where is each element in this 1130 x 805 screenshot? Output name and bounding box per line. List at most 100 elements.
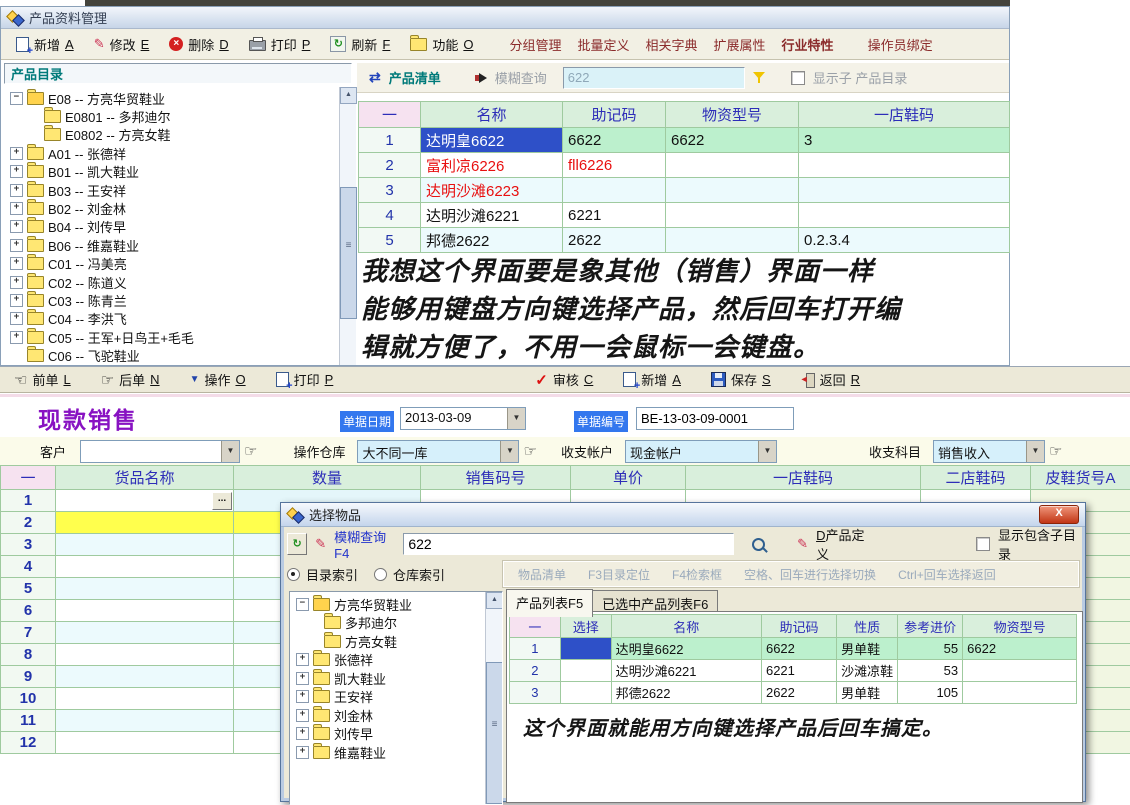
expand-icon[interactable]: +: [296, 653, 309, 666]
warehouse-select[interactable]: 大不同一库▼: [357, 440, 519, 463]
tree-item[interactable]: +B02 -- 刘金林: [4, 199, 340, 217]
expand-icon[interactable]: +: [10, 184, 23, 197]
tree-item[interactable]: +C01 -- 冯美亮: [4, 255, 340, 273]
tree-item[interactable]: +C05 -- 王军+日鸟王+毛毛: [4, 328, 340, 346]
close-button[interactable]: X: [1039, 505, 1079, 524]
add-button[interactable]: 新增A: [9, 33, 81, 56]
tab-product-list[interactable]: 产品列表F5: [506, 589, 593, 617]
tree-item[interactable]: +C02 -- 陈道义: [4, 273, 340, 291]
product-row[interactable]: 1 达明皇6622 6622 6622 3: [359, 128, 1010, 153]
expand-icon[interactable]: +: [296, 727, 309, 740]
selected-cell[interactable]: [560, 638, 611, 660]
doc-number-input[interactable]: [636, 407, 794, 430]
hand-pointer-icon[interactable]: ☞: [1049, 442, 1062, 460]
expand-icon[interactable]: +: [10, 220, 23, 233]
tree-item[interactable]: C06 -- 飞驼鞋业: [4, 346, 340, 364]
lookup-button[interactable]: ...: [212, 492, 232, 510]
expand-icon[interactable]: +: [296, 746, 309, 759]
edit-button[interactable]: ✎修改E: [87, 33, 157, 56]
tree-item[interactable]: 方亮女鞋: [290, 632, 502, 651]
product-row[interactable]: 5 邦德2622 2622 0.2.3.4: [359, 228, 1010, 253]
account-select[interactable]: 现金帐户▼: [625, 440, 777, 463]
filter-icon[interactable]: [753, 71, 765, 84]
print-button[interactable]: 打印P: [270, 368, 340, 391]
dropdown-icon[interactable]: ▼: [500, 441, 518, 462]
tree-item[interactable]: +B04 -- 刘传早: [4, 218, 340, 236]
collapse-icon[interactable]: −: [10, 92, 23, 105]
product-row[interactable]: 3 达明沙滩6223: [359, 178, 1010, 203]
operate-button[interactable]: ▼操作O: [184, 368, 252, 391]
tree-item[interactable]: +张德祥: [290, 651, 502, 670]
next-doc-button[interactable]: ☞后单N: [95, 368, 166, 391]
save-button[interactable]: 保存S: [705, 368, 777, 391]
expand-icon[interactable]: +: [10, 312, 23, 325]
menu-operator-bind[interactable]: 操作员绑定: [863, 35, 938, 54]
function-button[interactable]: 功能O: [403, 33, 480, 56]
print-button[interactable]: 打印P: [242, 33, 318, 56]
expand-icon[interactable]: +: [10, 331, 23, 344]
refresh-button[interactable]: ↻: [287, 533, 307, 555]
expand-icon[interactable]: +: [10, 276, 23, 289]
scroll-thumb[interactable]: ≡: [340, 187, 357, 319]
tree-item[interactable]: E0802 -- 方亮女鞋: [4, 126, 340, 144]
audit-button[interactable]: ✓审核C: [529, 368, 599, 391]
expand-icon[interactable]: +: [10, 294, 23, 307]
product-row[interactable]: 2 富利凉6226 fll6226: [359, 153, 1010, 178]
tree-item[interactable]: 多邦迪尔: [290, 614, 502, 633]
show-sub-checkbox[interactable]: [791, 71, 805, 85]
product-row[interactable]: 4 达明沙滩6221 6221: [359, 203, 1010, 228]
expand-icon[interactable]: +: [10, 165, 23, 178]
prev-doc-button[interactable]: ☜前单L: [8, 368, 77, 391]
item-name-cell[interactable]: ...: [56, 490, 234, 512]
dropdown-icon[interactable]: ▼: [758, 441, 776, 462]
hand-pointer-icon[interactable]: ☞: [244, 442, 257, 460]
dialog-product-row[interactable]: 2 达明沙滩6221 6221 沙滩凉鞋 53: [510, 660, 1077, 682]
tree-item[interactable]: −E08 -- 方亮华贸鞋业: [4, 89, 340, 107]
subject-select[interactable]: 销售收入▼: [933, 440, 1045, 463]
return-button[interactable]: ◄返回R: [795, 368, 866, 391]
menu-group-manage[interactable]: 分组管理: [504, 35, 566, 54]
search-icon[interactable]: [752, 538, 765, 551]
show-sub-checkbox[interactable]: [976, 537, 990, 551]
customer-select[interactable]: ▼: [80, 440, 240, 463]
delete-button[interactable]: ×删除D: [162, 33, 235, 56]
dialog-product-row[interactable]: 3 邦德2622 2622 男单鞋 105: [510, 682, 1077, 704]
expand-icon[interactable]: +: [10, 239, 23, 252]
scroll-up-icon[interactable]: ▲: [486, 592, 503, 609]
dropdown-icon[interactable]: ▼: [507, 408, 525, 429]
dialog-tree-scrollbar[interactable]: ▲ ≡: [485, 592, 502, 804]
tree-item[interactable]: +王安祥: [290, 688, 502, 707]
tree-item[interactable]: +A01 -- 张德祥: [4, 144, 340, 162]
tree-item[interactable]: +刘传早: [290, 725, 502, 744]
dialog-product-row[interactable]: 1 达明皇6622 6622 男单鞋 55 6622: [510, 638, 1077, 660]
expand-icon[interactable]: +: [10, 202, 23, 215]
tree-item[interactable]: +C04 -- 李洪飞: [4, 310, 340, 328]
expand-icon[interactable]: +: [296, 690, 309, 703]
tree-item[interactable]: −方亮华贸鞋业: [290, 595, 502, 614]
menu-industry-feature[interactable]: 行业特性: [777, 35, 839, 54]
hand-pointer-icon[interactable]: ☞: [523, 442, 536, 460]
tree-item[interactable]: E0801 -- 多邦迪尔: [4, 107, 340, 125]
refresh-button[interactable]: ↻刷新F: [323, 33, 397, 56]
doc-date-select[interactable]: 2013-03-09▼: [400, 407, 526, 430]
scroll-up-icon[interactable]: ▲: [340, 87, 357, 104]
tree-item[interactable]: +C03 -- 陈青兰: [4, 291, 340, 309]
tree-item[interactable]: +B03 -- 王安祥: [4, 181, 340, 199]
expand-icon[interactable]: +: [10, 147, 23, 160]
catalog-index-radio[interactable]: [287, 568, 300, 581]
scroll-thumb[interactable]: ≡: [486, 662, 503, 804]
tree-item[interactable]: +凯大鞋业: [290, 669, 502, 688]
expand-icon[interactable]: +: [296, 672, 309, 685]
fuzzy-query-input[interactable]: [563, 67, 745, 89]
collapse-icon[interactable]: −: [296, 598, 309, 611]
menu-batch-define[interactable]: 批量定义: [573, 35, 635, 54]
new-doc-button[interactable]: 新增A: [617, 368, 687, 391]
tree-item[interactable]: +维嘉鞋业: [290, 743, 502, 762]
tree-item[interactable]: +B01 -- 凯大鞋业: [4, 163, 340, 181]
expand-icon[interactable]: +: [296, 709, 309, 722]
warehouse-index-radio[interactable]: [374, 568, 387, 581]
menu-extend-attr[interactable]: 扩展属性: [709, 35, 771, 54]
catalog-scrollbar[interactable]: ▲ ≡: [339, 87, 356, 365]
product-define-link[interactable]: D产品定义: [816, 525, 872, 563]
tree-item[interactable]: +刘金林: [290, 706, 502, 725]
